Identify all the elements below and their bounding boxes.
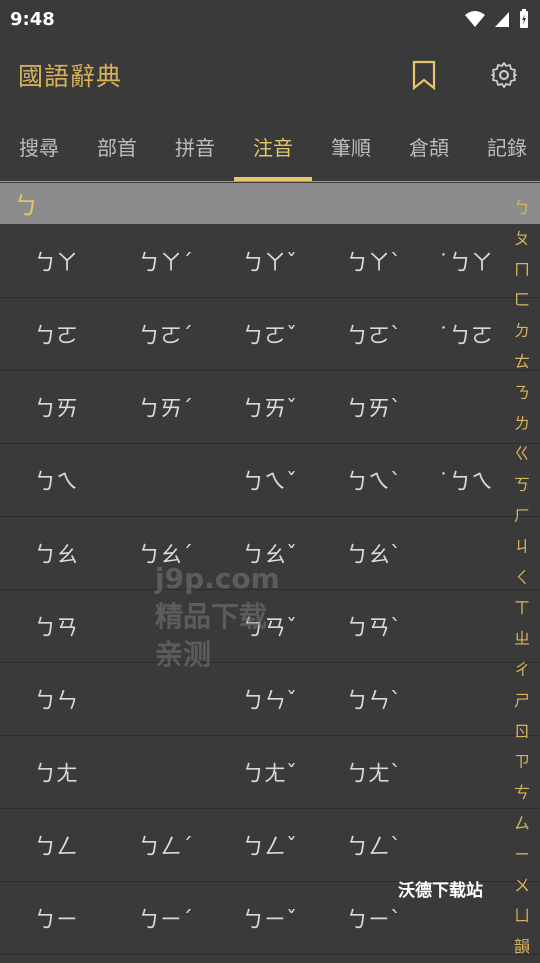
syllable-cell[interactable]: ㄅㄠˋ (312, 537, 416, 569)
grid-row: ㄅㄛ ㄅㄛˊ ㄅㄛˇ ㄅㄛˋ ˙ㄅㄛ (0, 298, 540, 371)
index-item[interactable]: ㄔ (514, 655, 530, 686)
index-item[interactable]: ㄅ (514, 193, 530, 224)
index-item[interactable]: ㄏ (514, 501, 530, 532)
app-actions (406, 57, 522, 93)
watermark-line: j9p.com (155, 562, 280, 595)
grid-row: ㄅㄤ ㄅㄤˇ ㄅㄤˋ (0, 736, 540, 809)
syllable-cell[interactable]: ㄅㄣˇ (208, 683, 312, 715)
index-item[interactable]: ㄨ (514, 871, 530, 902)
index-item[interactable]: ㄑ (514, 563, 530, 594)
syllable-cell[interactable]: ㄅㄥˊ (104, 829, 208, 861)
syllable-cell[interactable]: ㄅㄧˇ (208, 902, 312, 934)
syllable-cell[interactable]: ㄅㄤˋ (312, 756, 416, 788)
index-item[interactable]: ㄩ (514, 901, 530, 932)
syllable-cell[interactable]: ㄅㄥˇ (208, 829, 312, 861)
status-time: 9:48 (10, 8, 55, 30)
tab-zhuyin[interactable]: 注音 (234, 112, 312, 181)
index-item[interactable]: ㄙ (514, 809, 530, 840)
battery-icon (520, 9, 528, 28)
tab-cangjie[interactable]: 倉頡 (390, 112, 468, 181)
grid-row: ㄅㄥ ㄅㄥˊ ㄅㄥˇ ㄅㄥˋ (0, 809, 540, 882)
index-item[interactable]: ㄉ (514, 316, 530, 347)
index-item[interactable]: ㄌ (514, 409, 530, 440)
status-icons (464, 9, 530, 29)
index-item[interactable]: ㄎ (514, 470, 530, 501)
section-header: ㄅ (0, 183, 540, 224)
tab-pinyin[interactable]: 拼音 (156, 112, 234, 181)
tab-radical[interactable]: 部首 (78, 112, 156, 181)
syllable-cell[interactable]: ㄅㄟˋ (312, 464, 416, 496)
index-item[interactable]: ㄊ (514, 347, 530, 378)
syllable-cell[interactable]: ㄅㄚˇ (208, 245, 312, 277)
section-header-label: ㄅ (14, 192, 38, 220)
index-item[interactable]: ㄍ (514, 439, 530, 470)
app-title: 國語辭典 (18, 62, 123, 91)
bookmark-icon (412, 60, 436, 90)
index-item[interactable]: ㄓ (514, 624, 530, 655)
syllable-cell[interactable]: ˙ㄅㄛ (416, 318, 520, 350)
gear-icon (491, 62, 517, 88)
syllable-cell[interactable]: ㄅㄧ (0, 902, 104, 934)
index-item[interactable]: ㄈ (514, 285, 530, 316)
syllable-cell[interactable]: ㄅㄛˊ (104, 318, 208, 350)
index-item[interactable]: ㄖ (514, 717, 530, 748)
watermark-line: 精品下载 (155, 600, 268, 633)
syllable-cell[interactable]: ㄅㄟ (0, 464, 104, 496)
syllable-cell[interactable]: ㄅㄣ (0, 683, 104, 715)
index-item[interactable]: ㄧ (514, 840, 530, 871)
syllable-cell[interactable]: ㄅㄛ (0, 318, 104, 350)
syllable-cell[interactable]: ㄅㄣˋ (312, 683, 416, 715)
syllable-cell[interactable]: ㄅㄥˋ (312, 829, 416, 861)
zhuyin-index-bar[interactable]: ㄅ ㄆ ㄇ ㄈ ㄉ ㄊ ㄋ ㄌ ㄍ ㄎ ㄏ ㄐ ㄑ ㄒ ㄓ ㄔ ㄕ ㄖ ㄗ ㄘ … (510, 193, 534, 963)
index-item[interactable]: ㄇ (514, 255, 530, 286)
syllable-cell[interactable]: ㄅㄚ (0, 245, 104, 277)
tab-search[interactable]: 搜尋 (0, 112, 78, 181)
status-bar: 9:48 (0, 0, 540, 38)
syllable-cell[interactable]: ㄅㄧˋ (312, 902, 416, 934)
settings-button[interactable] (486, 57, 522, 93)
index-item[interactable]: 韻 (514, 932, 530, 963)
tab-stroke-order[interactable]: 筆順 (312, 112, 390, 181)
index-item[interactable]: ㄋ (514, 378, 530, 409)
index-item[interactable]: ㄐ (514, 532, 530, 563)
syllable-cell[interactable]: ㄅㄟˇ (208, 464, 312, 496)
index-item[interactable]: ㄗ (514, 747, 530, 778)
watermark: j9p.com 精品下载 亲测 (155, 560, 315, 674)
syllable-cell[interactable]: ㄅㄥ (0, 829, 104, 861)
watermark-line: 亲测 (155, 638, 212, 671)
syllable-cell[interactable]: ㄅㄤˇ (208, 756, 312, 788)
tab-history[interactable]: 記錄 (468, 112, 540, 181)
bookmark-button[interactable] (406, 57, 442, 93)
syllable-cell[interactable]: ㄅㄞˇ (208, 391, 312, 423)
app-bar: 國語辭典 (0, 38, 540, 112)
syllable-cell[interactable]: ㄅㄚˋ (312, 245, 416, 277)
grid-row: ㄅㄟ ㄅㄟˇ ㄅㄟˋ ˙ㄅㄟ (0, 444, 540, 517)
syllable-cell[interactable]: ㄅㄚˊ (104, 245, 208, 277)
watermark-site: 沃德下载站 (398, 881, 483, 901)
syllable-cell[interactable]: ㄅㄢˋ (312, 610, 416, 642)
wifi-icon (465, 11, 485, 27)
index-item[interactable]: ㄘ (514, 778, 530, 809)
index-item[interactable]: ㄒ (514, 593, 530, 624)
index-item[interactable]: ㄆ (514, 224, 530, 255)
syllable-cell[interactable]: ㄅㄧˊ (104, 902, 208, 934)
syllable-cell[interactable]: ㄅㄞ (0, 391, 104, 423)
index-item[interactable]: ㄕ (514, 686, 530, 717)
syllable-cell[interactable]: ㄅㄞˋ (312, 391, 416, 423)
syllable-cell[interactable]: ㄅㄤ (0, 756, 104, 788)
grid-row: ㄅㄚ ㄅㄚˊ ㄅㄚˇ ㄅㄚˋ ˙ㄅㄚ (0, 225, 540, 298)
syllable-cell[interactable]: ˙ㄅㄟ (416, 464, 520, 496)
syllable-cell[interactable]: ㄅㄢ (0, 610, 104, 642)
syllable-cell[interactable]: ㄅㄛˇ (208, 318, 312, 350)
syllable-cell[interactable]: ㄅㄛˋ (312, 318, 416, 350)
grid-row: ㄅㄞ ㄅㄞˊ ㄅㄞˇ ㄅㄞˋ (0, 371, 540, 444)
tab-bar: 搜尋 部首 拼音 注音 筆順 倉頡 記錄 (0, 112, 540, 182)
signal-icon (495, 12, 509, 27)
syllable-cell[interactable]: ˙ㄅㄚ (416, 245, 520, 277)
syllable-cell[interactable]: ㄅㄠ (0, 537, 104, 569)
syllable-cell[interactable]: ㄅㄞˊ (104, 391, 208, 423)
